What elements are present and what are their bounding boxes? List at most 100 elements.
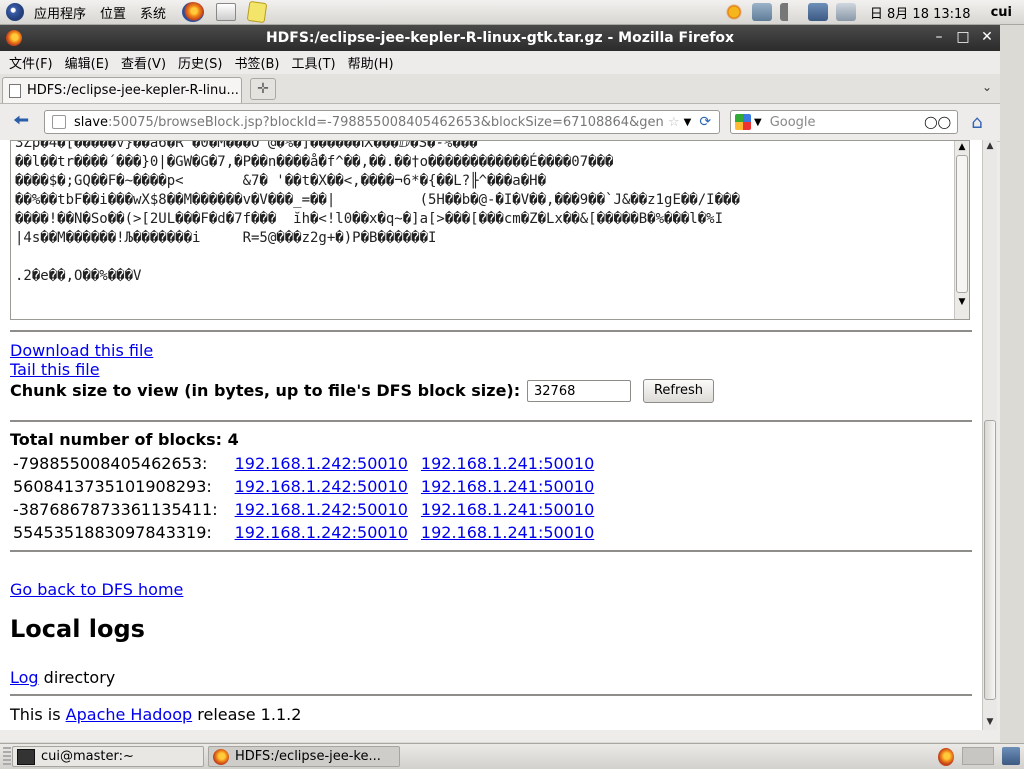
textarea-scrollbar[interactable]: ▲ ▼	[954, 141, 969, 319]
back-arrow-icon[interactable]: 🠨	[10, 108, 32, 134]
taskbar-firefox[interactable]: HDFS:/eclipse-jee-ke...	[208, 746, 400, 767]
table-row: 5608413735101908293: 192.168.1.242:50010…	[12, 477, 595, 496]
taskbar-terminal-label: cui@master:~	[41, 749, 134, 764]
navigation-toolbar: 🠨 slave:50075/browseBlock.jsp?blockId=-7…	[0, 104, 1000, 142]
display-icon[interactable]	[807, 3, 828, 21]
search-bar[interactable]: ▼ Google ◯◯	[730, 110, 958, 134]
tab-hdfs[interactable]: HDFS:/eclipse-jee-kepler-R-linu...	[2, 77, 242, 103]
apache-hadoop-link[interactable]: Apache Hadoop	[66, 705, 193, 724]
firefox-window-icon[interactable]	[6, 30, 22, 46]
block-location-link[interactable]: 192.168.1.242:50010	[235, 523, 408, 542]
update-notifier-icon[interactable]	[723, 3, 744, 21]
tail-file-link[interactable]: Tail this file	[10, 360, 100, 379]
title-bar[interactable]: HDFS:/eclipse-jee-kepler-R-linux-gtk.tar…	[0, 25, 1000, 51]
taskbar-terminal[interactable]: cui@master:~	[12, 746, 204, 767]
menu-file[interactable]: 文件(F)	[4, 51, 58, 74]
refresh-button[interactable]: Refresh	[643, 379, 714, 403]
file-content-textarea[interactable]: 3Zp�4�[�����v}��a6�R'�0�M���O @�%�]�����…	[10, 140, 970, 320]
menu-applications[interactable]: 应用程序	[30, 3, 90, 22]
workspace-switcher[interactable]	[962, 747, 994, 765]
url-text[interactable]: slave:50075/browseBlock.jsp?blockId=-798…	[74, 115, 664, 130]
notes-launcher-icon[interactable]	[246, 0, 268, 24]
firefox-icon	[213, 748, 229, 765]
total-blocks-label: Total number of blocks: 4	[10, 430, 239, 449]
log-directory-line: Log directory	[10, 668, 115, 687]
table-row: -798855008405462653: 192.168.1.242:50010…	[12, 454, 595, 473]
tray-firefox-icon[interactable]	[938, 748, 954, 766]
trash-icon[interactable]	[1002, 747, 1020, 765]
gnome-foot-icon[interactable]	[6, 3, 24, 21]
site-identity-icon[interactable]	[52, 115, 66, 129]
block-id: 5608413735101908293:	[13, 477, 212, 496]
block-location-link[interactable]: 192.168.1.241:50010	[421, 500, 594, 519]
block-location-link[interactable]: 192.168.1.241:50010	[421, 523, 594, 542]
file-content-text: 3Zp�4�[�����v}��a6�R'�0�M���O @�%�]�����…	[15, 140, 740, 284]
scroll-down-icon[interactable]: ▼	[956, 297, 968, 309]
battery-icon[interactable]	[835, 3, 856, 21]
menu-tools[interactable]: 工具(T)	[287, 51, 341, 74]
block-location-link[interactable]: 192.168.1.242:50010	[235, 454, 408, 473]
menu-history[interactable]: 历史(S)	[173, 51, 227, 74]
page-scrollbar[interactable]: ▲ ▼	[982, 140, 997, 730]
top-panel: 应用程序 位置 系统 日 8月 18 13:18 cui	[0, 0, 1024, 25]
url-history-dropdown-icon[interactable]: ▼	[684, 117, 692, 128]
url-bar[interactable]: slave:50075/browseBlock.jsp?blockId=-798…	[44, 110, 720, 134]
user-name[interactable]: cui	[985, 5, 1018, 20]
reload-icon[interactable]: ⟳	[699, 114, 711, 130]
table-row: -3876867873361135411: 192.168.1.242:5001…	[12, 500, 595, 519]
download-file-link[interactable]: Download this file	[10, 341, 153, 360]
page-scroll-down-icon[interactable]: ▼	[984, 717, 996, 729]
block-location-link[interactable]: 192.168.1.241:50010	[421, 454, 594, 473]
clock[interactable]: 日 8月 18 13:18	[864, 3, 977, 22]
dfs-home-link[interactable]: Go back to DFS home	[10, 580, 183, 599]
panel-menus: 应用程序 位置 系统	[0, 0, 272, 24]
menu-edit[interactable]: 编辑(E)	[60, 51, 114, 74]
scroll-up-icon[interactable]: ▲	[956, 142, 968, 154]
block-id: -798855008405462653:	[13, 454, 208, 473]
menu-help[interactable]: 帮助(H)	[343, 51, 399, 74]
bottom-taskbar: cui@master:~ HDFS:/eclipse-jee-ke...	[0, 743, 1024, 769]
volume-icon[interactable]	[779, 3, 800, 21]
block-id: 5545351883097843319:	[13, 523, 212, 542]
log-suffix: directory	[38, 668, 116, 687]
new-tab-button[interactable]: ✛	[250, 78, 276, 100]
menu-system[interactable]: 系统	[136, 3, 170, 22]
google-engine-icon[interactable]	[735, 114, 751, 130]
minimize-icon[interactable]: –	[932, 29, 946, 45]
chunk-size-input[interactable]	[527, 380, 631, 402]
window-title: HDFS:/eclipse-jee-kepler-R-linux-gtk.tar…	[265, 30, 735, 46]
taskbar-handle-icon[interactable]	[3, 747, 11, 765]
binoculars-icon[interactable]: ◯◯	[924, 115, 951, 129]
page-scroll-thumb[interactable]	[984, 420, 996, 700]
log-link[interactable]: Log	[10, 668, 39, 687]
local-logs-heading: Local logs	[10, 615, 145, 643]
search-input[interactable]: Google	[770, 115, 924, 130]
footer-suffix: release 1.1.2	[192, 705, 302, 724]
page-content: 3Zp�4�[�����v}��a6�R'�0�M���O @�%�]�����…	[0, 140, 982, 730]
textarea-scroll-thumb[interactable]	[956, 155, 968, 293]
tab-list-chevron-icon[interactable]: ⌄	[982, 80, 992, 94]
block-location-link[interactable]: 192.168.1.242:50010	[235, 500, 408, 519]
block-location-link[interactable]: 192.168.1.241:50010	[421, 477, 594, 496]
maximize-icon[interactable]: □	[956, 29, 970, 45]
close-icon[interactable]: ✕	[980, 29, 994, 45]
url-path: :50075/browseBlock.jsp?blockId=-79885500…	[108, 114, 664, 130]
bookmark-star-icon[interactable]: ☆	[668, 115, 680, 130]
home-icon[interactable]: ⌂	[966, 112, 988, 133]
terminal-icon	[17, 748, 35, 765]
block-location-link[interactable]: 192.168.1.242:50010	[235, 477, 408, 496]
mail-launcher-icon[interactable]	[216, 3, 237, 21]
taskbar-firefox-label: HDFS:/eclipse-jee-ke...	[235, 749, 381, 764]
firefox-launcher-icon[interactable]	[182, 2, 205, 22]
menu-view[interactable]: 查看(V)	[116, 51, 171, 74]
menu-places[interactable]: 位置	[96, 3, 130, 22]
divider	[10, 420, 972, 422]
url-host: slave	[74, 114, 109, 130]
search-engine-dropdown-icon[interactable]: ▼	[754, 117, 762, 128]
divider	[10, 694, 972, 696]
menu-bookmarks[interactable]: 书签(B)	[229, 51, 284, 74]
page-scroll-up-icon[interactable]: ▲	[984, 141, 996, 153]
network-icon[interactable]	[751, 3, 772, 21]
tab-bar: HDFS:/eclipse-jee-kepler-R-linu... ✛ ⌄	[0, 74, 1000, 104]
system-tray: 日 8月 18 13:18 cui	[723, 0, 1024, 24]
